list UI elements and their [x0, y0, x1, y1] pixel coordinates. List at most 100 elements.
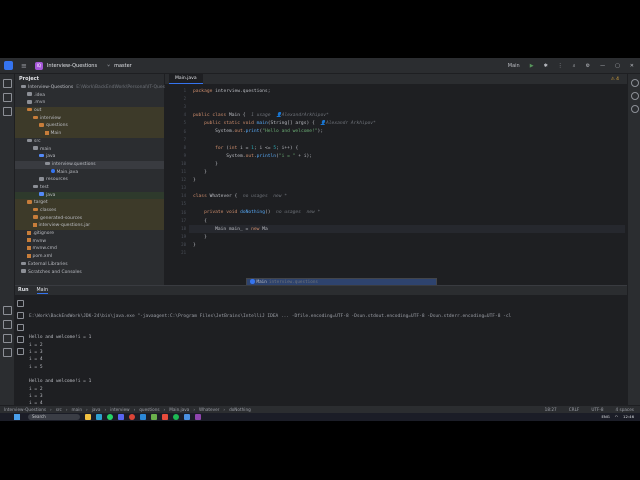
spotify-icon[interactable]	[173, 414, 179, 420]
project-panel-title[interactable]: Project	[15, 74, 164, 84]
code-line[interactable]: }	[193, 234, 376, 242]
tree-item[interactable]: interview	[15, 114, 164, 123]
tree-item[interactable]: interview-questions.jar	[15, 222, 164, 231]
code-line[interactable]: }	[193, 169, 376, 177]
run-config-selector[interactable]: Main	[508, 63, 520, 69]
more-actions-icon[interactable]: ⋮	[558, 63, 563, 69]
wifi-icon[interactable]: ◠	[615, 413, 618, 421]
notifications-icon[interactable]	[631, 79, 639, 87]
code-line[interactable]	[193, 104, 376, 112]
tree-item[interactable]: test	[15, 184, 164, 192]
language-indicator[interactable]: ENG	[602, 413, 610, 421]
tree-item[interactable]: questions	[15, 122, 164, 131]
mail-icon[interactable]	[140, 414, 146, 420]
tree-item[interactable]: .mvn	[15, 99, 164, 107]
code-line[interactable]: for (int i = 1; i <= 5; i++) {	[193, 145, 376, 153]
tree-item[interactable]: pom.xml	[15, 253, 164, 261]
app-icon[interactable]	[195, 414, 201, 420]
tree-item[interactable]: target	[15, 199, 164, 207]
tree-item[interactable]: mvnw	[15, 238, 164, 246]
tree-item[interactable]: Main	[15, 130, 164, 138]
terminal-tool-icon[interactable]	[3, 320, 12, 329]
tree-item[interactable]: out	[15, 107, 164, 115]
settings-icon[interactable]: ⚙	[586, 63, 590, 69]
code-line[interactable]: }	[193, 242, 376, 250]
terminal-app-icon[interactable]	[184, 414, 190, 420]
tree-item[interactable]: resources	[15, 176, 164, 184]
search-icon[interactable]: ⌕	[573, 63, 576, 69]
run-icon[interactable]: ▶	[530, 63, 534, 69]
tree-item[interactable]: Interview-Questions E:\Work\BackEndWork\P…	[15, 84, 176, 92]
commit-tool-icon[interactable]	[3, 93, 12, 102]
git-tool-icon[interactable]	[3, 348, 12, 357]
rerun-icon[interactable]	[17, 300, 24, 307]
tab-main-java[interactable]: Main.java	[169, 74, 203, 84]
tree-item[interactable]: java	[15, 153, 164, 161]
maximize-icon[interactable]: ▢	[615, 63, 620, 69]
editor[interactable]: Main.java ⚠ 4 1 2 3 4 5 6 7 8 9 10 11 12 13 14 15 16 17 1…	[165, 74, 627, 285]
whatsapp-icon[interactable]	[107, 414, 113, 420]
code-line[interactable]: {	[193, 218, 376, 226]
tree-item[interactable]: generated-sources	[15, 214, 164, 223]
print-icon[interactable]	[17, 336, 24, 343]
run-tool-icon[interactable]	[3, 306, 12, 315]
chrome-icon[interactable]	[129, 414, 135, 420]
project-tool-icon[interactable]	[3, 79, 12, 88]
scroll-end-icon[interactable]	[17, 324, 24, 331]
tree-item[interactable]: .idea	[15, 92, 164, 100]
taskbar-search[interactable]: Search	[28, 414, 80, 420]
tree-item[interactable]: mvnw.cmd	[15, 245, 164, 253]
edge-icon[interactable]	[96, 414, 102, 420]
title-bar: ≡ IQ Interview-Questions ⑂ master Main ▶…	[0, 58, 640, 74]
minimize-icon[interactable]: —	[600, 63, 605, 69]
maven-icon[interactable]	[631, 92, 639, 100]
windows-start-icon[interactable]	[14, 414, 20, 420]
project-badge: IQ	[34, 61, 43, 70]
discord-icon[interactable]	[118, 414, 124, 420]
close-icon[interactable]: ✕	[630, 63, 634, 69]
intellij-taskbar-icon[interactable]	[162, 414, 168, 420]
tree-item[interactable]: java	[15, 191, 164, 200]
code-line[interactable]	[193, 96, 376, 104]
code-line[interactable]	[193, 250, 376, 258]
code-line[interactable]: class Whatever { no usages new *	[193, 193, 376, 201]
trash-icon[interactable]	[17, 348, 24, 355]
tree-item[interactable]: Scratches and Consoles	[15, 269, 164, 277]
code-area[interactable]: package interview.questions; public clas…	[193, 88, 376, 258]
code-line[interactable]: package interview.questions;	[193, 88, 376, 96]
code-line[interactable]: public class Main { 1 usage 👤AlexandrArk…	[193, 112, 376, 120]
file-explorer-icon[interactable]	[85, 414, 91, 420]
console-command: E:\Work\BackEndWork\JDK-24\bin\java.exe …	[29, 313, 512, 319]
problems-tool-icon[interactable]	[3, 334, 12, 343]
run-tab-main[interactable]: Main	[36, 288, 48, 294]
tree-item[interactable]: .gitignore	[15, 230, 164, 238]
tree-item[interactable]: External Libraries	[15, 261, 164, 269]
tree-item[interactable]: Main.java	[15, 169, 164, 177]
debug-icon[interactable]: ✱	[544, 63, 548, 69]
code-line[interactable]	[193, 201, 376, 209]
code-line[interactable]: public static void main(String[] args) {…	[193, 120, 376, 128]
tree-item[interactable]: main	[15, 146, 164, 154]
code-line[interactable]: }	[193, 177, 376, 185]
stop-icon[interactable]	[17, 312, 24, 319]
code-line[interactable]: System.out.print("Hello and welcome!");	[193, 128, 376, 136]
main-menu-icon[interactable]: ≡	[21, 62, 27, 70]
tree-item[interactable]: classes	[15, 207, 164, 215]
branch-selector[interactable]: master	[114, 63, 132, 69]
code-line[interactable]: }	[193, 161, 376, 169]
structure-tool-icon[interactable]	[3, 107, 12, 116]
project-switcher[interactable]: Interview-Questions	[47, 63, 97, 69]
clock[interactable]: 12:46	[623, 413, 634, 421]
tree-item[interactable]: src	[15, 138, 164, 146]
console-output[interactable]: E:\Work\BackEndWork\JDK-24\bin\java.exe …	[29, 298, 511, 421]
tree-item[interactable]: interview.questions	[15, 160, 164, 169]
warnings-indicator[interactable]: ⚠ 4	[611, 75, 619, 84]
gutter[interactable]: 1 2 3 4 5 6 7 8 9 10 11 12 13 14 15 16 17 18 19 20 21	[165, 85, 189, 285]
code-line[interactable]	[193, 185, 376, 193]
notes-icon[interactable]	[151, 414, 157, 420]
code-line[interactable]: System.out.println("i = " + i);	[193, 153, 376, 161]
code-line[interactable]: private void doNothing() no usages new *	[193, 209, 376, 217]
database-icon[interactable]	[631, 105, 639, 113]
code-line[interactable]: Main main_ = new Ma	[193, 226, 376, 234]
code-line[interactable]	[193, 137, 376, 145]
